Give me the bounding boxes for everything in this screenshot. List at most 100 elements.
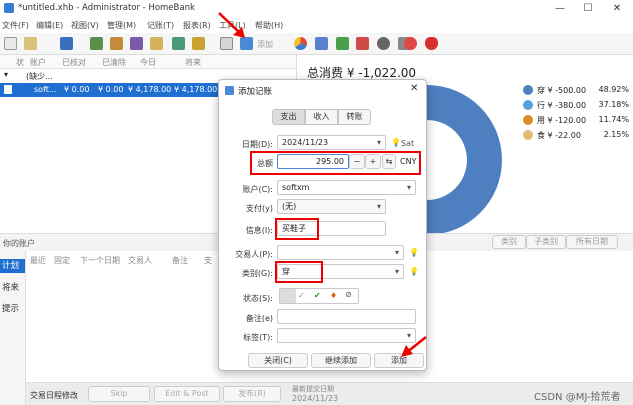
legend-item: 行 ¥ -380.00 37.18%: [523, 98, 633, 113]
col-cleared: 已清除: [102, 58, 126, 67]
info-field[interactable]: 买鞋子: [277, 221, 386, 236]
menu-transaction[interactable]: 记账(T): [147, 20, 174, 31]
side-tab-tips[interactable]: 提示: [2, 302, 19, 314]
annotation-arrow-bottom: [401, 336, 427, 357]
expand-icon[interactable]: ▾: [4, 70, 8, 79]
accounts-icon[interactable]: [90, 37, 103, 50]
trend-chart-icon[interactable]: [315, 37, 328, 50]
legend-label: 行 ¥ -380.00: [537, 101, 587, 110]
col-today: 今日: [140, 58, 156, 67]
menu-edit[interactable]: 编辑(E): [36, 20, 63, 31]
tags-label: 标签(T):: [243, 333, 273, 342]
tab-income[interactable]: 收入: [305, 109, 338, 125]
amount-field[interactable]: 295.00: [277, 154, 349, 169]
sched-col-amount: 支: [204, 256, 212, 265]
assign-icon[interactable]: [192, 37, 205, 50]
account-field[interactable]: softxm: [277, 180, 416, 195]
edit-post-button[interactable]: Edit & Post: [154, 386, 220, 402]
maximize-button[interactable]: ☐: [574, 0, 602, 17]
currency-label: CNY: [400, 157, 417, 166]
legend-swatch: [523, 85, 533, 95]
dialog-icon: [225, 86, 234, 95]
tab-subcategory[interactable]: 子类别: [526, 235, 566, 249]
tab-all-dates[interactable]: 所有日期: [566, 235, 618, 249]
side-tab-schedule[interactable]: 计划: [0, 259, 25, 273]
schedule-bar: 交易日程修改 Skip Edit & Post 发布(R) 最新提交日期 202…: [26, 382, 633, 405]
info-label: 信息(I):: [245, 226, 273, 235]
last-post-date: 2024/11/23: [292, 394, 339, 403]
continue-add-button[interactable]: 继续添加: [311, 353, 371, 368]
budget-icon[interactable]: [172, 37, 185, 50]
help-icon[interactable]: [404, 37, 417, 50]
schedule-icon[interactable]: [150, 37, 163, 50]
status-remind-icon[interactable]: ♦: [330, 291, 337, 300]
legend-pct: 37.18%: [598, 100, 629, 109]
menu-file[interactable]: 文件(F): [2, 20, 29, 31]
add-transaction-dialog: 添加记账 ✕ 支出 收入 转账 日期(D): 2024/11/23 💡 Sat …: [218, 79, 427, 371]
accounts-header: 状 账户 已核对 已清除 今日 将来: [0, 55, 296, 69]
close-button[interactable]: ✕: [603, 0, 631, 17]
status-label: 状态(S):: [242, 294, 273, 303]
legend-label: 用 ¥ -120.00: [537, 116, 587, 125]
watermark: CSDN @MJ-拾荒者: [534, 392, 621, 403]
date-field[interactable]: 2024/11/23: [277, 135, 386, 150]
status-none-button[interactable]: [280, 289, 296, 303]
sched-col-last: 最近: [30, 256, 46, 265]
tab-transfer[interactable]: 转账: [338, 109, 371, 125]
side-tab-future[interactable]: 将来: [2, 281, 19, 293]
payees-icon[interactable]: [110, 37, 123, 50]
weekday-label: Sat: [401, 139, 415, 148]
col-reconciled: 已核对: [62, 58, 86, 67]
tab-category[interactable]: 类别: [492, 235, 526, 249]
account-today: ¥ 4,178.00: [128, 85, 172, 94]
bar-chart-icon[interactable]: [336, 37, 349, 50]
status-reconciled-icon[interactable]: ✔: [314, 291, 321, 300]
budget-chart-icon[interactable]: [356, 37, 369, 50]
dialog-close-icon[interactable]: ✕: [410, 83, 418, 94]
amount-increment-button[interactable]: +: [365, 154, 381, 169]
categories-icon[interactable]: [130, 37, 143, 50]
account-row[interactable]: soft... ¥ 0.00 ¥ 0.00 ¥ 4,178.00 ¥ 4,178…: [0, 83, 222, 97]
col-account: 账户: [30, 58, 46, 67]
skip-button[interactable]: Skip: [88, 386, 150, 402]
sched-col-next-date: 下一个日期: [80, 256, 120, 265]
payee-field[interactable]: [277, 245, 404, 260]
account-label: 账户(C):: [242, 185, 273, 194]
car-icon[interactable]: [377, 37, 390, 50]
menu-manage[interactable]: 管理(M): [107, 20, 136, 31]
account-reconciled: ¥ 0.00: [64, 85, 90, 94]
category-label: 类别(G):: [241, 269, 273, 278]
open-file-icon[interactable]: [24, 37, 37, 50]
status-cleared-icon[interactable]: ✓: [298, 291, 305, 300]
legend-label: 穿 ¥ -500.00: [537, 86, 587, 95]
save-icon[interactable]: [60, 37, 73, 50]
tab-expense[interactable]: 支出: [272, 109, 305, 125]
menu-view[interactable]: 视图(V): [71, 20, 99, 31]
account-future: ¥ 4,178.00: [174, 85, 218, 94]
schedule-bar-title: 交易日程修改: [30, 391, 78, 400]
toggle-sign-icon[interactable]: ⇆: [382, 154, 396, 169]
post-button[interactable]: 发布(R): [223, 386, 281, 402]
amount-decrement-button[interactable]: −: [349, 154, 365, 169]
menu-report[interactable]: 报表(R): [183, 20, 211, 31]
legend-swatch: [523, 130, 533, 140]
legend-pct: 11.74%: [598, 115, 629, 124]
menu-help[interactable]: 帮助(H): [255, 20, 283, 31]
payment-field[interactable]: (无): [277, 199, 386, 214]
new-file-icon[interactable]: [4, 37, 17, 50]
donut-segment: [427, 85, 502, 235]
donate-heart-icon[interactable]: [425, 37, 438, 50]
add-label[interactable]: 添加: [257, 39, 273, 50]
minimize-button[interactable]: —: [546, 0, 574, 17]
status-group: ✓ ✔ ♦ ⊘: [279, 288, 359, 304]
legend-swatch: [523, 115, 533, 125]
memo-field[interactable]: [277, 309, 416, 324]
pie-chart-icon[interactable]: [294, 37, 307, 50]
close-dialog-button[interactable]: 关闭(C): [248, 353, 308, 368]
payee-label: 交易人(P):: [235, 250, 273, 259]
tags-field[interactable]: [277, 328, 416, 343]
account-name: soft...: [34, 85, 57, 94]
status-void-icon[interactable]: ⊘: [345, 290, 352, 299]
memo-label: 备注(e): [245, 314, 273, 323]
category-field[interactable]: 穿: [277, 264, 404, 279]
